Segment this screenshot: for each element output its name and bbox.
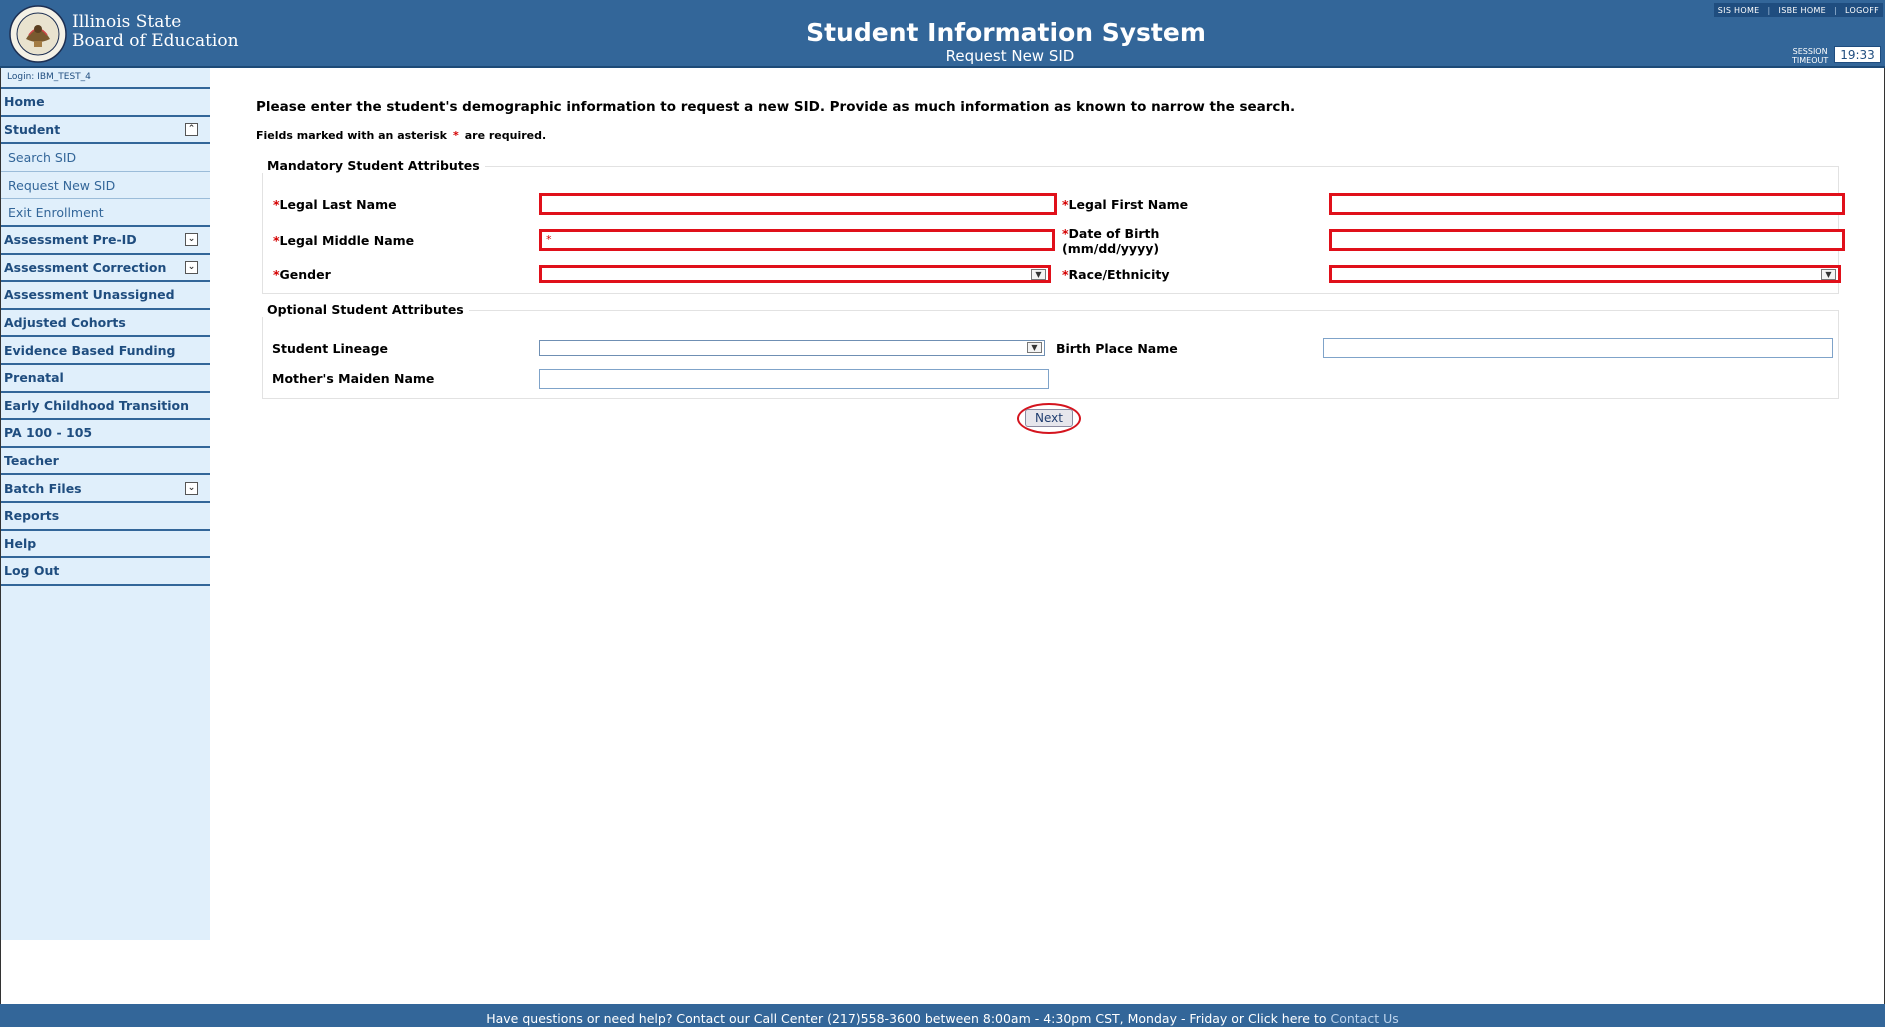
isbe-home-link[interactable]: ISBE HOME	[1779, 6, 1827, 15]
sidebar-item-pa-100-105[interactable]: PA 100 - 105	[1, 420, 210, 448]
chevron-down-icon[interactable]: ▼	[1027, 342, 1042, 353]
required-asterisk: *	[452, 129, 459, 142]
session-label-line2: TIMEOUT	[1792, 56, 1829, 65]
date-of-birth-input[interactable]	[1329, 229, 1845, 251]
expand-icon[interactable]: ⌄	[185, 481, 198, 495]
optional-attributes-legend: Optional Student Attributes	[262, 302, 469, 317]
student-lineage-label: Student Lineage	[272, 341, 389, 356]
student-lineage-select[interactable]: ▼	[539, 340, 1045, 356]
header: Illinois State Board of Education Studen…	[0, 0, 1885, 68]
sidebar-item-label: Assessment Pre-ID	[4, 232, 137, 248]
sidebar-item-label: Student	[4, 121, 61, 137]
sidebar-item-batch-files[interactable]: Batch Files ⌄	[1, 475, 210, 503]
sidebar-item-label: Assessment Unassigned	[4, 287, 175, 303]
sidebar-item-label: Batch Files	[4, 480, 82, 496]
race-ethnicity-select[interactable]: ▼	[1329, 265, 1841, 283]
mothers-maiden-name-input[interactable]	[539, 369, 1049, 389]
legal-last-name-input[interactable]	[539, 193, 1057, 215]
sidebar-item-label: Early Childhood Transition	[4, 397, 190, 413]
race-ethnicity-label: *Race/Ethnicity	[1062, 267, 1169, 282]
sidebar-item-prenatal[interactable]: Prenatal	[1, 365, 210, 393]
label-text: Legal First Name	[1068, 197, 1189, 212]
sidebar-item-label: Home	[4, 94, 45, 110]
top-links: SIS HOME | ISBE HOME | LOGOFF	[1713, 3, 1883, 17]
sidebar-subitem-label: Exit Enrollment	[8, 204, 104, 220]
session-timer: 19:33	[1834, 46, 1881, 63]
gender-label: *Gender	[273, 267, 331, 282]
sidebar-nav: Login: IBM_TEST_4 Home Student ⌃ Search …	[1, 68, 210, 940]
sidebar-item-teacher[interactable]: Teacher	[1, 448, 210, 476]
required-note: Fields marked with an asterisk * are requi…	[256, 129, 546, 142]
expand-icon[interactable]: ⌄	[185, 233, 198, 247]
gender-select[interactable]: ▼	[539, 265, 1051, 283]
sis-home-link[interactable]: SIS HOME	[1718, 6, 1760, 15]
footer: Have questions or need help? Contact our…	[0, 1004, 1885, 1027]
required-note-text: Fields marked with an asterisk	[256, 129, 447, 142]
link-separator: |	[1767, 5, 1771, 15]
legal-last-name-label: *Legal Last Name	[273, 197, 397, 212]
sidebar-item-adjusted-cohorts[interactable]: Adjusted Cohorts	[1, 310, 210, 338]
label-text: Gender	[279, 267, 331, 282]
sidebar-item-label: Assessment Correction	[4, 259, 167, 275]
session-label-line1: SESSION	[1792, 47, 1828, 56]
middle-name-value: *	[546, 233, 552, 246]
sidebar-item-assessment-correction[interactable]: Assessment Correction ⌄	[1, 255, 210, 283]
page-subtitle: Request New SID	[945, 47, 1075, 65]
sidebar-item-label: PA 100 - 105	[4, 425, 93, 441]
label-text: Race/Ethnicity	[1068, 267, 1170, 282]
sidebar-item-student[interactable]: Student ⌃	[1, 117, 210, 145]
chevron-down-icon[interactable]: ▼	[1821, 269, 1836, 280]
birth-place-name-input[interactable]	[1323, 338, 1833, 358]
logoff-link[interactable]: LOGOFF	[1845, 6, 1879, 15]
sidebar-item-label: Adjusted Cohorts	[4, 315, 126, 331]
chevron-down-icon[interactable]: ▼	[1031, 269, 1046, 280]
link-separator: |	[1834, 5, 1838, 15]
session-timeout-label: SESSION TIMEOUT	[1792, 47, 1828, 65]
frame-border	[0, 68, 1, 1004]
legal-middle-name-label: *Legal Middle Name	[273, 233, 414, 248]
intro-text: Please enter the student's demographic i…	[256, 99, 1296, 115]
login-info: Login: IBM_TEST_4	[1, 68, 210, 89]
sidebar-item-assessment-pre-id[interactable]: Assessment Pre-ID ⌄	[1, 227, 210, 255]
legal-first-name-label: *Legal First Name	[1062, 197, 1188, 212]
sidebar-item-home[interactable]: Home	[1, 89, 210, 117]
sidebar-item-evidence-based-funding[interactable]: Evidence Based Funding	[1, 337, 210, 365]
required-note-text: are required.	[464, 129, 547, 142]
sidebar-subitem-request-new-sid[interactable]: Request New SID	[1, 172, 210, 200]
mandatory-attributes-legend: Mandatory Student Attributes	[262, 158, 485, 173]
sidebar-item-reports[interactable]: Reports	[1, 503, 210, 531]
system-title: Student Information System	[806, 18, 1206, 47]
sidebar-item-early-childhood-transition[interactable]: Early Childhood Transition	[1, 393, 210, 421]
mothers-maiden-name-label: Mother's Maiden Name	[272, 371, 435, 386]
date-format-hint: (mm/dd/yyyy)	[1062, 241, 1160, 256]
sidebar-item-label: Help	[4, 535, 37, 551]
sidebar-item-help[interactable]: Help	[1, 531, 210, 559]
sidebar-item-label: Teacher	[4, 453, 59, 469]
birth-place-name-label: Birth Place Name	[1056, 341, 1178, 356]
sidebar-subitem-exit-enrollment[interactable]: Exit Enrollment	[1, 199, 210, 227]
label-text: Date of Birth	[1068, 226, 1160, 241]
label-text: Legal Middle Name	[279, 233, 415, 248]
sidebar-item-log-out[interactable]: Log Out	[1, 558, 210, 586]
legal-middle-name-input[interactable]: *	[539, 229, 1055, 251]
sidebar-subitem-search-sid[interactable]: Search SID	[1, 144, 210, 172]
sidebar-item-label: Log Out	[4, 563, 60, 579]
next-button[interactable]: Next	[1025, 409, 1073, 427]
footer-text: Have questions or need help? Contact our…	[486, 1011, 1327, 1026]
sidebar-item-label: Reports	[4, 508, 60, 524]
contact-us-link[interactable]: Contact Us	[1330, 1011, 1398, 1026]
label-text: Legal Last Name	[279, 197, 397, 212]
sidebar-item-label: Evidence Based Funding	[4, 342, 176, 358]
sidebar-subitem-label: Search SID	[8, 149, 77, 165]
collapse-icon[interactable]: ⌃	[185, 122, 198, 136]
expand-icon[interactable]: ⌄	[185, 260, 198, 274]
sidebar-item-assessment-unassigned[interactable]: Assessment Unassigned	[1, 282, 210, 310]
date-of-birth-label: *Date of Birth (mm/dd/yyyy)	[1062, 226, 1159, 256]
sidebar-subitem-label: Request New SID	[8, 177, 116, 193]
sidebar-item-label: Prenatal	[4, 370, 64, 386]
legal-first-name-input[interactable]	[1329, 193, 1845, 215]
